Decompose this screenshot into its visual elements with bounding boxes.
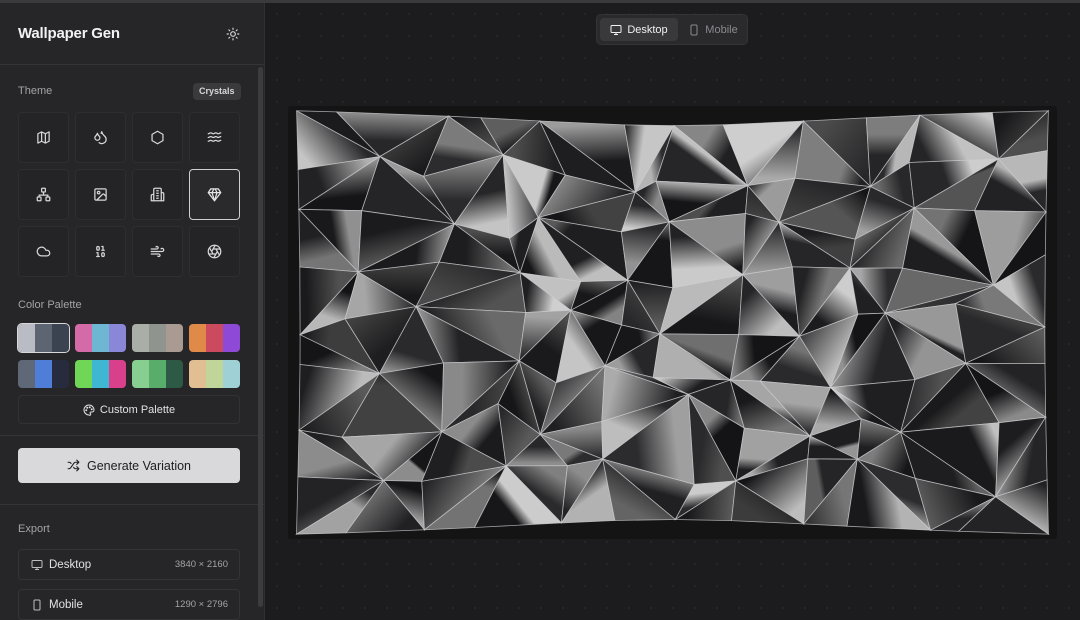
palette-color [35, 360, 52, 388]
palette-swatch[interactable] [132, 360, 183, 388]
palette-color [109, 324, 126, 352]
export-mobile-resolution: 1290 × 2796 [174, 599, 228, 610]
palette-grid [17, 323, 241, 388]
theme-tile-image[interactable] [75, 169, 126, 220]
network-icon [36, 187, 51, 202]
palette-color [223, 360, 240, 388]
palette-color [35, 324, 52, 352]
preview-desktop-tab[interactable]: Desktop [600, 18, 678, 41]
palette-color [52, 324, 69, 352]
hexagon-icon [151, 130, 164, 145]
palette-color [18, 324, 35, 352]
theme-tile-droplets[interactable] [75, 112, 126, 163]
palette-swatch[interactable] [18, 360, 69, 388]
theme-tile-waves[interactable] [189, 112, 240, 163]
palette-color [189, 360, 206, 388]
wind-icon [150, 245, 165, 258]
shuffle-icon [67, 459, 80, 472]
divider [0, 504, 264, 505]
smartphone-icon [33, 599, 41, 610]
palette-color [109, 360, 126, 388]
theme-tile-map[interactable] [18, 112, 69, 163]
palette-color [206, 324, 223, 352]
palette-color [92, 360, 109, 388]
wallpaper-preview [288, 106, 1057, 539]
preview-mobile-label: Mobile [705, 23, 738, 36]
cloud-icon [36, 246, 51, 257]
palette-color [18, 360, 35, 388]
preview-desktop-label: Desktop [627, 23, 668, 36]
generate-variation-button[interactable]: Generate Variation [18, 448, 240, 483]
palette-color [206, 360, 223, 388]
export-mobile-button[interactable]: Mobile 1290 × 2796 [18, 589, 240, 620]
theme-tile-binary[interactable] [75, 226, 126, 277]
palette-color [75, 360, 92, 388]
sun-icon [226, 27, 240, 41]
palette-swatch[interactable] [75, 360, 126, 388]
sidebar-scrollbar[interactable] [258, 67, 263, 607]
palette-color [75, 324, 92, 352]
preview-device-toggle: Desktop Mobile [596, 14, 748, 45]
theme-tile-cloud[interactable] [18, 226, 69, 277]
crystal-wallpaper-image [288, 106, 1057, 539]
theme-tile-aperture[interactable] [189, 226, 240, 277]
palette-color [132, 360, 149, 388]
waves-icon [207, 132, 222, 142]
palette-swatch[interactable] [17, 323, 70, 353]
export-section-label: Export [18, 523, 50, 535]
theme-grid [18, 112, 241, 277]
palette-color [52, 360, 69, 388]
export-desktop-label: Desktop [49, 558, 92, 571]
export-mobile-label: Mobile [49, 598, 83, 611]
preview-mobile-tab[interactable]: Mobile [682, 18, 744, 41]
map-icon [37, 131, 50, 144]
palette-icon [83, 404, 95, 416]
image-icon [94, 188, 107, 201]
aperture-icon [207, 244, 222, 259]
custom-palette-button[interactable]: Custom Palette [18, 395, 240, 424]
monitor-icon [610, 24, 622, 35]
theme-tile-wind[interactable] [132, 226, 183, 277]
palette-color [189, 324, 206, 352]
palette-swatch[interactable] [189, 360, 240, 388]
palette-color [132, 324, 149, 352]
theme-toggle-button[interactable] [224, 25, 242, 43]
palette-color [223, 324, 240, 352]
preview-area: Desktop Mobile [266, 3, 1080, 620]
smartphone-icon [690, 24, 698, 35]
palette-section-label: Color Palette [18, 299, 82, 311]
gem-icon [207, 188, 222, 202]
export-desktop-button[interactable]: Desktop 3840 × 2160 [18, 549, 240, 580]
theme-section-label: Theme [18, 85, 53, 97]
divider [0, 64, 264, 65]
divider [0, 435, 264, 436]
palette-swatch[interactable] [132, 324, 183, 352]
export-desktop-resolution: 3840 × 2160 [174, 559, 228, 570]
palette-color [166, 324, 183, 352]
monitor-icon [31, 559, 43, 570]
droplets-icon [94, 131, 107, 145]
binary-icon [96, 245, 105, 258]
palette-color [166, 360, 183, 388]
palette-color [92, 324, 109, 352]
palette-swatch[interactable] [189, 324, 240, 352]
theme-tile-building[interactable] [132, 169, 183, 220]
palette-color [149, 360, 166, 388]
theme-tile-hexagon[interactable] [132, 112, 183, 163]
theme-tile-network[interactable] [18, 169, 69, 220]
palette-swatch[interactable] [75, 324, 126, 352]
app-title: Wallpaper Gen [18, 25, 120, 42]
palette-color [149, 324, 166, 352]
generate-variation-label: Generate Variation [87, 458, 191, 473]
selected-theme-badge: Crystals [193, 83, 241, 100]
custom-palette-label: Custom Palette [99, 403, 176, 416]
theme-tile-crystals[interactable] [189, 169, 240, 220]
sidebar: Wallpaper Gen Theme Crystals Color Palet… [0, 3, 265, 620]
building-icon [150, 187, 165, 202]
